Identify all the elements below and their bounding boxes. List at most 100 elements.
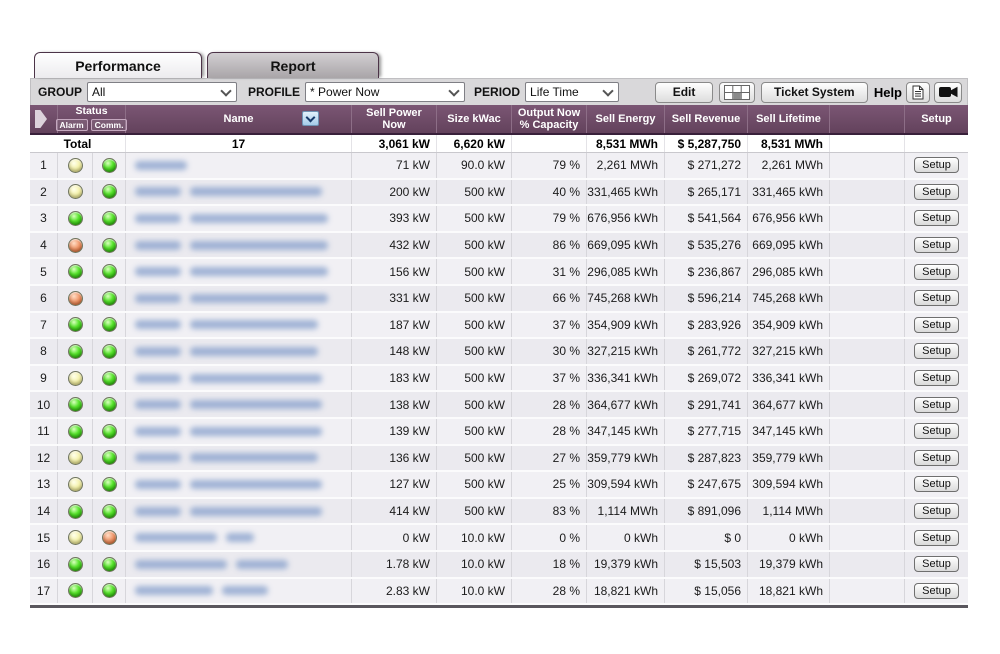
setup-button[interactable]: Setup xyxy=(914,343,959,359)
alarm-led xyxy=(68,264,83,279)
sell-revenue-value: $ 0 xyxy=(665,525,748,550)
sell-lifetime-value: 331,465 kWh xyxy=(748,180,830,205)
name-sort-button[interactable] xyxy=(302,111,319,126)
setup-cell: Setup xyxy=(905,525,968,550)
table-row: 2200 kW500 kW40 %331,465 kWh$ 265,171331… xyxy=(30,180,968,207)
alarm-led xyxy=(68,158,83,173)
site-name-link[interactable] xyxy=(126,392,352,417)
empty-cell xyxy=(830,153,905,178)
setup-button[interactable]: Setup xyxy=(914,397,959,413)
setup-button[interactable]: Setup xyxy=(914,476,959,492)
sell-power-value: 136 kW xyxy=(352,446,437,471)
site-name-link[interactable] xyxy=(126,446,352,471)
setup-button[interactable]: Setup xyxy=(914,503,959,519)
setup-button[interactable]: Setup xyxy=(914,210,959,226)
redacted-name-text xyxy=(190,427,322,436)
site-name-link[interactable] xyxy=(126,472,352,497)
site-name-link[interactable] xyxy=(126,552,352,577)
table-row: 3393 kW500 kW79 %676,956 kWh$ 541,564676… xyxy=(30,206,968,233)
table-body: 171 kW90.0 kW79 %2,261 MWh$ 271,2722,261… xyxy=(30,153,968,605)
site-name-link[interactable] xyxy=(126,259,352,284)
site-name-link[interactable] xyxy=(126,286,352,311)
grid-view-button[interactable] xyxy=(719,82,755,103)
empty-cell xyxy=(830,366,905,391)
setup-button[interactable]: Setup xyxy=(914,264,959,280)
profile-select-value: * Power Now xyxy=(310,85,444,99)
output-capacity-value: 40 % xyxy=(512,180,587,205)
site-name-link[interactable] xyxy=(126,419,352,444)
site-name-link[interactable] xyxy=(126,366,352,391)
site-name-link[interactable] xyxy=(126,180,352,205)
alarm-status-cell xyxy=(58,499,93,524)
site-name-link[interactable] xyxy=(126,206,352,231)
redacted-name-text xyxy=(135,560,227,569)
sell-energy-value: 745,268 kWh xyxy=(587,286,665,311)
output-capacity-value: 37 % xyxy=(512,366,587,391)
sell-energy-value: 296,085 kWh xyxy=(587,259,665,284)
table-row: 6331 kW500 kW66 %745,268 kWh$ 596,214745… xyxy=(30,286,968,313)
size-kwac-value: 500 kW xyxy=(437,233,512,258)
comm-status-cell xyxy=(93,419,126,444)
setup-cell: Setup xyxy=(905,153,968,178)
header-output-now: Output Now % Capacity xyxy=(512,105,587,133)
site-name-link[interactable] xyxy=(126,233,352,258)
setup-button[interactable]: Setup xyxy=(914,556,959,572)
row-number: 1 xyxy=(30,153,58,178)
table-header-row: Status Alarm Comm. Name Sell Power Now S… xyxy=(30,105,968,135)
edit-button[interactable]: Edit xyxy=(655,82,713,103)
setup-button[interactable]: Setup xyxy=(914,290,959,306)
period-select[interactable]: Life Time xyxy=(525,82,619,102)
setup-button[interactable]: Setup xyxy=(914,184,959,200)
comm-led xyxy=(102,530,117,545)
site-name-link[interactable] xyxy=(126,579,352,604)
tab-performance[interactable]: Performance xyxy=(34,52,202,78)
site-name-link[interactable] xyxy=(126,499,352,524)
sell-power-value: 414 kW xyxy=(352,499,437,524)
sell-lifetime-value: 364,677 kWh xyxy=(748,392,830,417)
table-row: 9183 kW500 kW37 %336,341 kWh$ 269,072336… xyxy=(30,366,968,393)
setup-button[interactable]: Setup xyxy=(914,423,959,439)
ticket-system-button[interactable]: Ticket System xyxy=(761,82,868,103)
size-kwac-value: 500 kW xyxy=(437,499,512,524)
comm-status-cell xyxy=(93,499,126,524)
alarm-subheader: Alarm xyxy=(56,119,88,131)
sell-power-value: 71 kW xyxy=(352,153,437,178)
total-setup-cell xyxy=(905,135,968,152)
video-help-button[interactable] xyxy=(934,82,962,103)
size-kwac-value: 500 kW xyxy=(437,366,512,391)
site-name-link[interactable] xyxy=(126,153,352,178)
sell-power-value: 156 kW xyxy=(352,259,437,284)
status-header-label: Status xyxy=(75,106,107,117)
setup-button[interactable]: Setup xyxy=(914,370,959,386)
sell-revenue-value: $ 541,564 xyxy=(665,206,748,231)
setup-button[interactable]: Setup xyxy=(914,317,959,333)
site-name-link[interactable] xyxy=(126,525,352,550)
setup-button[interactable]: Setup xyxy=(914,450,959,466)
site-name-link[interactable] xyxy=(126,339,352,364)
redacted-name-text xyxy=(190,267,328,276)
setup-button[interactable]: Setup xyxy=(914,237,959,253)
site-name-link[interactable] xyxy=(126,313,352,338)
help-document-button[interactable] xyxy=(906,82,930,103)
header-status: Status Alarm Comm. xyxy=(58,105,126,133)
empty-cell xyxy=(830,206,905,231)
sell-power-value: 139 kW xyxy=(352,419,437,444)
group-select[interactable]: All xyxy=(87,82,237,102)
empty-cell xyxy=(830,579,905,604)
redacted-name-text xyxy=(135,241,181,250)
alarm-led xyxy=(68,450,83,465)
tab-report[interactable]: Report xyxy=(207,52,379,78)
profile-select[interactable]: * Power Now xyxy=(305,82,465,102)
table-row: 171 kW90.0 kW79 %2,261 MWh$ 271,2722,261… xyxy=(30,153,968,180)
sell-energy-value: 364,677 kWh xyxy=(587,392,665,417)
setup-button[interactable]: Setup xyxy=(914,583,959,599)
comm-status-cell xyxy=(93,579,126,604)
row-number: 15 xyxy=(30,525,58,550)
comm-led xyxy=(102,344,117,359)
sell-lifetime-value: 1,114 MWh xyxy=(748,499,830,524)
setup-cell: Setup xyxy=(905,366,968,391)
header-setup: Setup xyxy=(905,105,968,133)
setup-button[interactable]: Setup xyxy=(914,530,959,546)
setup-button[interactable]: Setup xyxy=(914,157,959,173)
header-name: Name xyxy=(126,105,352,133)
